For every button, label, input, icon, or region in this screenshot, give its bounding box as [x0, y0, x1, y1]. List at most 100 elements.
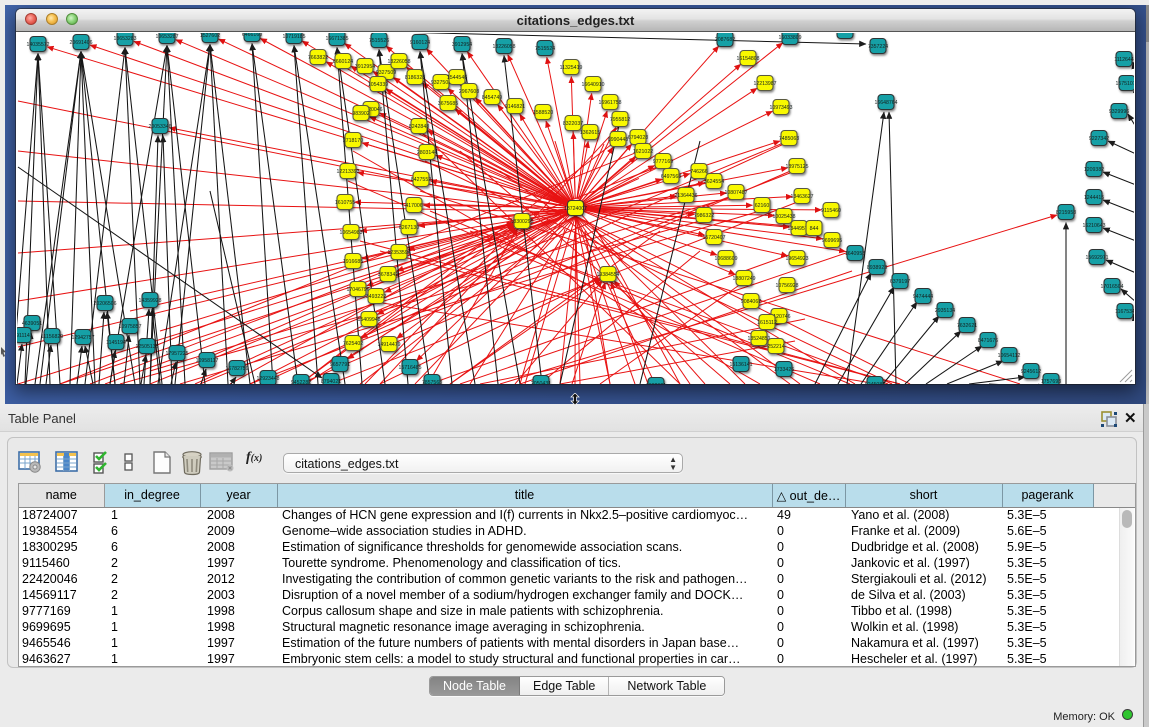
svg-text:10719185: 10719185	[282, 34, 305, 40]
svg-text:10688609: 10688609	[714, 256, 737, 262]
svg-text:1362615: 1362615	[580, 130, 600, 136]
svg-text:9777169: 9777169	[653, 159, 673, 165]
svg-text:8660124: 8660124	[333, 59, 353, 65]
svg-text:14359928: 14359928	[138, 298, 161, 304]
svg-text:15692971: 15692971	[1085, 255, 1108, 261]
svg-text:13226058: 13226058	[492, 44, 515, 50]
svg-text:13524851: 13524851	[747, 336, 770, 342]
svg-text:15716485: 15716485	[398, 365, 421, 371]
svg-text:3624554: 3624554	[704, 179, 724, 185]
svg-text:62160: 62160	[755, 203, 770, 209]
svg-text:16154808: 16154808	[736, 56, 759, 62]
svg-text:1082021: 1082021	[646, 383, 666, 384]
svg-text:4639051: 4639051	[22, 321, 42, 327]
svg-text:10807487: 10807487	[724, 190, 747, 196]
svg-text:18300295: 18300295	[510, 219, 533, 225]
svg-text:11156829: 11156829	[41, 334, 63, 340]
svg-text:6794028: 6794028	[628, 135, 648, 141]
svg-text:1145194: 1145194	[106, 340, 126, 346]
svg-text:18724007: 18724007	[564, 206, 587, 212]
svg-text:15409948: 15409948	[357, 317, 380, 323]
svg-text:3675685: 3675685	[438, 101, 458, 107]
svg-text:11325419: 11325419	[560, 65, 583, 71]
svg-text:16033809: 16033809	[778, 35, 801, 41]
svg-text:7625402: 7625402	[343, 341, 363, 347]
svg-text:9160124: 9160124	[410, 40, 430, 46]
svg-text:2967608: 2967608	[459, 89, 479, 95]
svg-text:9084067: 9084067	[741, 299, 761, 305]
svg-text:2803144: 2803144	[417, 150, 437, 156]
svg-text:9146821: 9146821	[505, 104, 525, 110]
svg-text:9657791: 9657791	[330, 362, 350, 368]
svg-text:417006: 417006	[405, 203, 422, 209]
svg-text:1757693: 1757693	[1041, 379, 1061, 384]
svg-text:2087682: 2087682	[715, 37, 735, 43]
svg-text:3493222: 3493222	[366, 294, 386, 300]
svg-text:10654983: 10654983	[339, 230, 362, 236]
svg-text:20691406: 20691406	[69, 40, 92, 46]
svg-text:983902: 983902	[352, 111, 369, 117]
svg-text:7632621: 7632621	[957, 323, 977, 329]
svg-text:8186328: 8186328	[405, 75, 425, 81]
svg-text:2935134: 2935134	[935, 308, 955, 314]
svg-text:15751074: 15751074	[1115, 81, 1134, 87]
svg-text:6379197: 6379197	[890, 279, 910, 285]
svg-text:1588520: 1588520	[533, 110, 553, 116]
svg-text:16961758: 16961758	[598, 100, 621, 106]
svg-text:1527602: 1527602	[200, 33, 220, 39]
svg-text:1209382: 1209382	[1084, 167, 1104, 173]
svg-text:9227342: 9227342	[1089, 136, 1109, 142]
svg-text:2050431: 2050431	[531, 381, 551, 384]
svg-text:6497568: 6497568	[661, 174, 681, 180]
svg-text:12923448: 12923448	[256, 376, 279, 382]
svg-text:3912954: 3912954	[452, 42, 472, 48]
svg-text:12353594: 12353594	[387, 250, 410, 256]
svg-text:15720407: 15720407	[702, 235, 725, 241]
svg-text:13226058: 13226058	[387, 59, 410, 65]
svg-text:19384554: 19384554	[596, 272, 619, 278]
svg-text:10756928: 10756928	[775, 283, 798, 289]
svg-text:8267130: 8267130	[399, 225, 419, 231]
svg-text:8454749: 8454749	[482, 95, 502, 101]
svg-text:12213393: 12213393	[336, 169, 359, 175]
svg-text:17046796: 17046796	[346, 287, 369, 293]
svg-text:1615112: 1615112	[757, 320, 777, 326]
svg-text:9699695: 9699695	[822, 238, 842, 244]
svg-text:14035572: 14035572	[26, 42, 49, 48]
svg-text:12505135: 12505135	[135, 344, 158, 350]
svg-text:7986322: 7986322	[694, 213, 714, 219]
svg-text:1621022: 1621022	[633, 149, 653, 155]
svg-text:20206506: 20206506	[93, 301, 116, 307]
svg-text:3911141: 3911141	[17, 333, 33, 339]
svg-text:7857563: 7857563	[422, 380, 442, 384]
svg-text:9452282: 9452282	[291, 380, 311, 384]
svg-text:8938923: 8938923	[867, 265, 887, 271]
svg-text:7955812: 7955812	[610, 117, 630, 123]
svg-text:1112644: 1112644	[1114, 57, 1134, 63]
svg-text:10653287: 10653287	[155, 34, 178, 40]
svg-text:18653283: 18653283	[113, 36, 136, 42]
svg-text:8794021: 8794021	[321, 379, 341, 384]
svg-text:14914479: 14914479	[377, 342, 400, 348]
svg-text:9115460: 9115460	[821, 208, 841, 214]
svg-text:8990448: 8990448	[608, 137, 628, 143]
svg-text:8322037: 8322037	[563, 121, 583, 127]
svg-text:1610755: 1610755	[335, 200, 355, 206]
svg-text:16640910: 16640910	[581, 82, 604, 88]
svg-text:8427552: 8427552	[411, 177, 431, 183]
svg-text:3678342: 3678342	[378, 272, 398, 278]
svg-text:1640953: 1640953	[845, 251, 865, 257]
svg-text:9245082: 9245082	[865, 382, 885, 384]
svg-text:7515524: 7515524	[535, 46, 555, 52]
svg-text:10975857: 10975857	[118, 324, 141, 330]
svg-text:12213987: 12213987	[753, 81, 776, 87]
svg-text:9329996: 9329996	[1109, 109, 1129, 115]
svg-text:1733426: 1733426	[774, 367, 794, 373]
svg-text:16782759: 16782759	[225, 366, 248, 372]
svg-text:1544546: 1544546	[447, 75, 467, 81]
svg-text:1916685: 1916685	[343, 259, 363, 265]
svg-text:18807249: 18807249	[732, 276, 755, 282]
svg-text:17016504: 17016504	[1100, 284, 1123, 290]
svg-text:16210643: 16210643	[1082, 223, 1105, 229]
svg-text:1167534: 1167534	[1115, 309, 1134, 315]
